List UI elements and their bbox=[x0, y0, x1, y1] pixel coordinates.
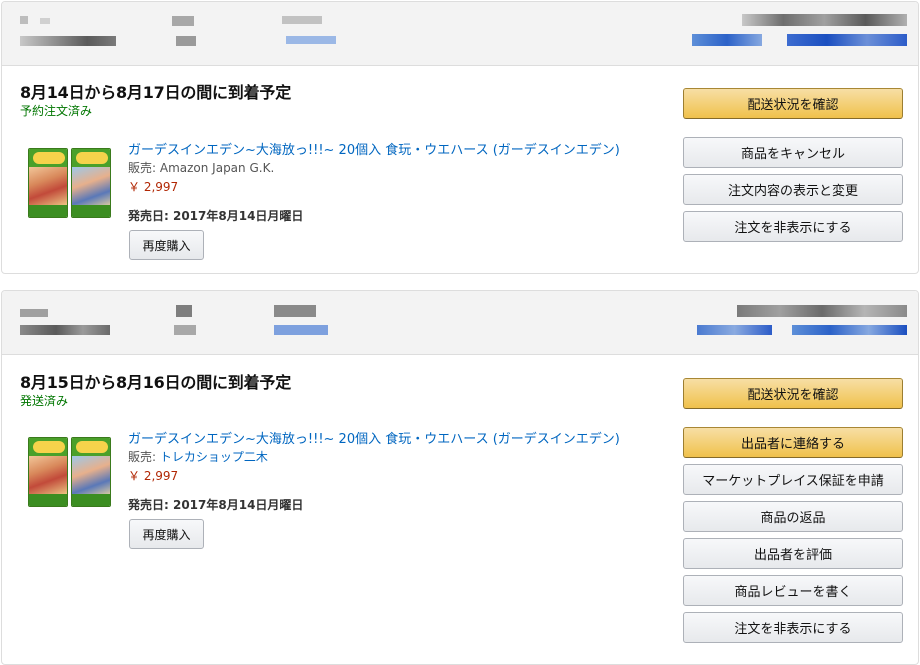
redacted-order-number bbox=[697, 305, 909, 341]
seller-prefix: 販売: bbox=[128, 161, 160, 175]
delivery-estimate-title: 8月14日から8月17日の間に到着予定 bbox=[20, 83, 291, 102]
buy-again-button[interactable]: 再度購入 bbox=[129, 519, 204, 549]
seller-line: 販売: トレカショップ二木 bbox=[128, 448, 268, 465]
a-to-z-claim-button[interactable]: マーケットプレイス保証を申請 bbox=[683, 464, 903, 495]
product-image[interactable] bbox=[28, 437, 112, 509]
order-card: 8月15日から8月16日の間に到着予定 発送済み ガーデスインエデン~大海放っ!… bbox=[1, 290, 919, 665]
redacted-ship-to bbox=[272, 305, 332, 341]
track-package-button[interactable]: 配送状況を確認 bbox=[683, 378, 903, 409]
view-edit-order-button[interactable]: 注文内容の表示と変更 bbox=[683, 174, 903, 205]
order-status: 予約注文済み bbox=[20, 104, 93, 118]
release-date: 発売日: 2017年8月14日月曜日 bbox=[128, 496, 303, 513]
rate-seller-button[interactable]: 出品者を評価 bbox=[683, 538, 903, 569]
order-status: 発送済み bbox=[20, 394, 69, 408]
product-title-link[interactable]: ガーデスインエデン~大海放っ!!!~ 20個入 食玩・ウエハース (ガーデスイン… bbox=[128, 428, 620, 447]
product-title-link[interactable]: ガーデスインエデン~大海放っ!!!~ 20個入 食玩・ウエハース (ガーデスイン… bbox=[128, 139, 620, 158]
cancel-items-button[interactable]: 商品をキャンセル bbox=[683, 137, 903, 168]
redacted-order-date bbox=[20, 16, 120, 52]
product-price: ￥ 2,997 bbox=[128, 180, 179, 194]
release-date: 発売日: 2017年8月14日月曜日 bbox=[128, 207, 303, 224]
seller-name: Amazon Japan G.K. bbox=[159, 161, 275, 175]
order-header-redacted bbox=[2, 291, 918, 355]
redacted-order-total bbox=[172, 16, 202, 52]
buy-again-button[interactable]: 再度購入 bbox=[129, 230, 204, 260]
order-header-redacted bbox=[2, 2, 918, 66]
product-image[interactable] bbox=[28, 148, 112, 220]
release-label: 発売日: bbox=[128, 498, 173, 512]
release-label: 発売日: bbox=[128, 209, 173, 223]
hide-order-button[interactable]: 注文を非表示にする bbox=[683, 211, 903, 242]
delivery-estimate-title: 8月15日から8月16日の間に到着予定 bbox=[20, 373, 291, 392]
track-package-button[interactable]: 配送状況を確認 bbox=[683, 88, 903, 119]
redacted-order-number bbox=[692, 14, 907, 52]
seller-line: 販売: Amazon Japan G.K. bbox=[128, 159, 274, 176]
redacted-ship-to bbox=[282, 16, 342, 52]
release-value: 2017年8月14日月曜日 bbox=[172, 209, 304, 223]
seller-prefix: 販売: bbox=[128, 450, 160, 464]
redacted-order-total bbox=[172, 305, 202, 341]
seller-link[interactable]: トレカショップ二木 bbox=[160, 450, 268, 464]
release-value: 2017年8月14日月曜日 bbox=[172, 498, 304, 512]
contact-seller-button[interactable]: 出品者に連絡する bbox=[683, 427, 903, 458]
hide-order-button[interactable]: 注文を非表示にする bbox=[683, 612, 903, 643]
write-review-button[interactable]: 商品レビューを書く bbox=[683, 575, 903, 606]
redacted-order-date bbox=[20, 305, 120, 341]
order-card: 8月14日から8月17日の間に到着予定 予約注文済み ガーデスインエデン~大海放… bbox=[1, 1, 919, 274]
return-items-button[interactable]: 商品の返品 bbox=[683, 501, 903, 532]
product-price: ￥ 2,997 bbox=[128, 469, 179, 483]
